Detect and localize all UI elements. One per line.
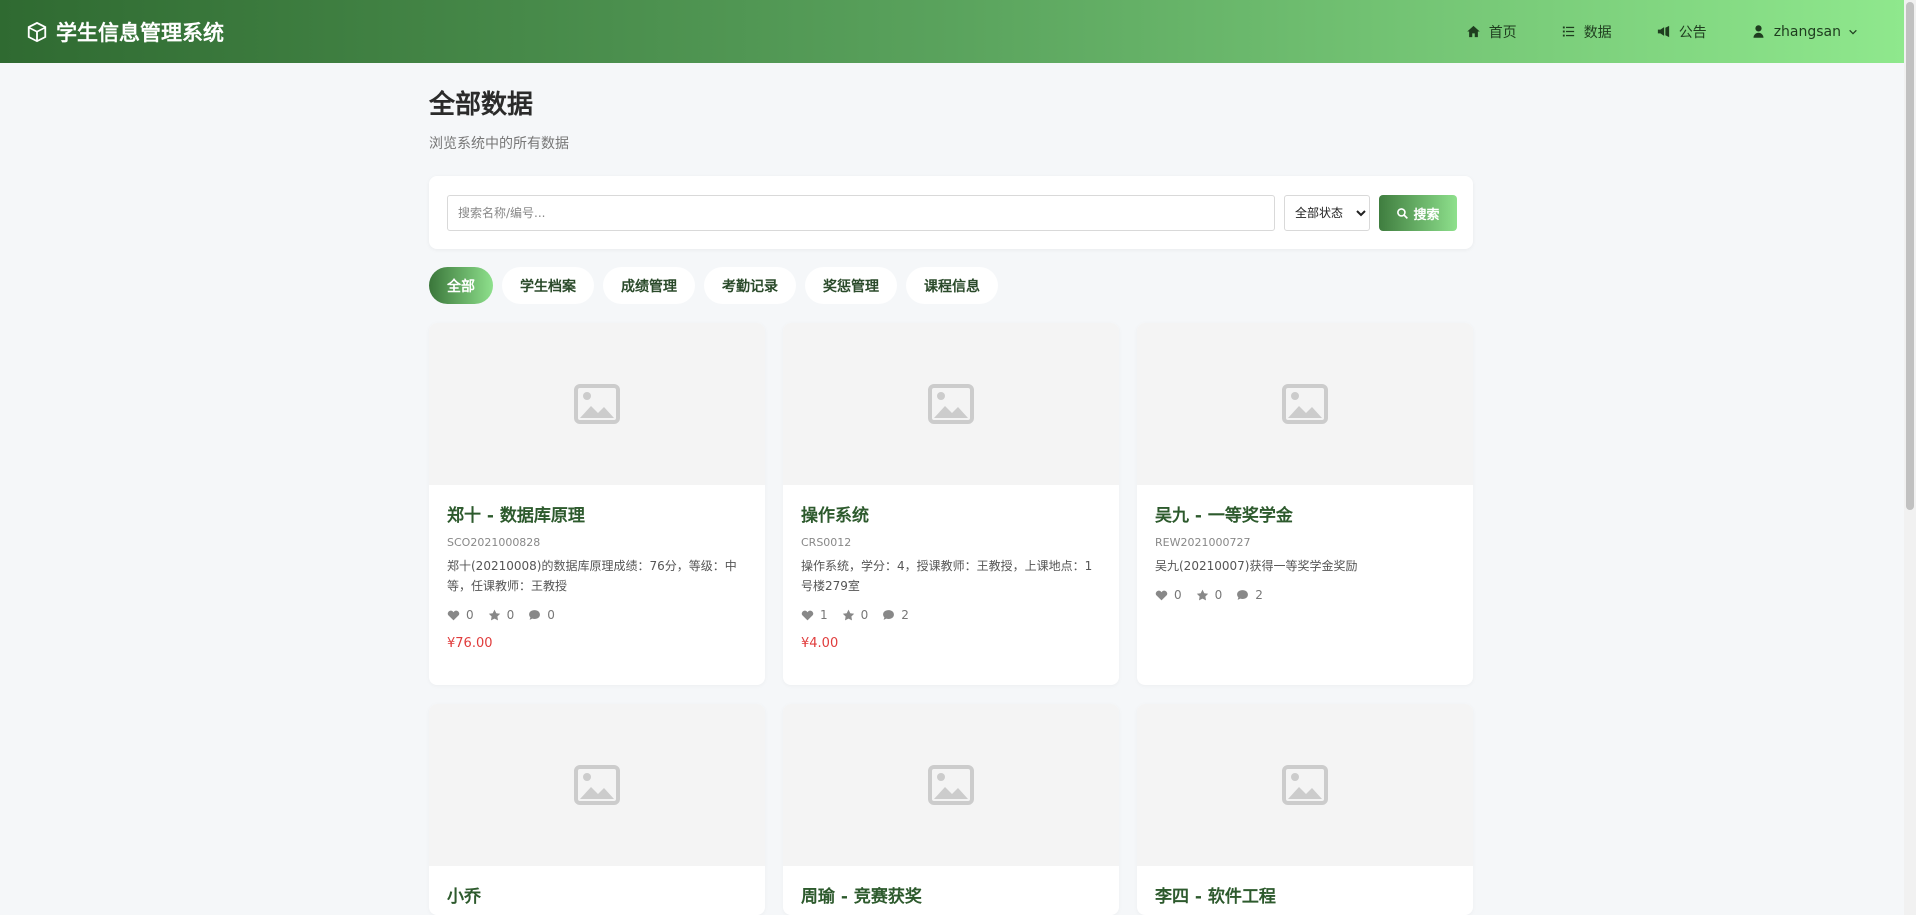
image-placeholder-icon bbox=[574, 384, 620, 424]
top-navbar: 学生信息管理系统 首页 数据 公告 zhangsan bbox=[0, 0, 1904, 63]
like-count: 0 bbox=[1174, 588, 1182, 602]
image-placeholder-icon bbox=[928, 384, 974, 424]
search-input[interactable] bbox=[447, 195, 1275, 231]
comment-count: 0 bbox=[547, 608, 555, 622]
card-code: CRS0012 bbox=[801, 536, 852, 549]
data-card[interactable]: 操作系统 CRS0012 操作系统，学分：4，授课教师：王教授，上课地点：1号楼… bbox=[783, 323, 1119, 685]
favorite-stat[interactable]: 0 bbox=[488, 608, 515, 622]
comment-stat[interactable]: 0 bbox=[528, 608, 555, 622]
search-button[interactable]: 搜索 bbox=[1379, 195, 1457, 231]
card-image-placeholder bbox=[429, 704, 765, 866]
tab-all[interactable]: 全部 bbox=[429, 267, 493, 304]
vertical-scrollbar[interactable] bbox=[1904, 0, 1916, 915]
favorite-count: 0 bbox=[1214, 588, 1223, 602]
favorite-count: 0 bbox=[506, 608, 515, 622]
card-image-placeholder bbox=[429, 323, 765, 485]
status-filter-select[interactable]: 全部状态 bbox=[1284, 195, 1370, 231]
comment-icon bbox=[1237, 590, 1249, 600]
like-stat[interactable]: 1 bbox=[801, 608, 828, 622]
image-placeholder-icon bbox=[928, 765, 974, 805]
user-menu[interactable]: zhangsan bbox=[1751, 24, 1858, 40]
search-icon bbox=[1397, 207, 1409, 219]
brand[interactable]: 学生信息管理系统 bbox=[26, 17, 224, 47]
star-icon bbox=[488, 609, 500, 621]
card-description: 郑十(20210008)的数据库原理成绩：76分，等级：中等，任课教师：王教授 bbox=[447, 559, 737, 593]
favorite-stat[interactable]: 0 bbox=[842, 608, 869, 622]
card-title[interactable]: 周瑜 - 竞赛获奖 bbox=[801, 886, 1101, 908]
heart-icon bbox=[447, 610, 460, 621]
card-description: 操作系统，学分：4，授课教师：王教授，上课地点：1号楼279室 bbox=[801, 559, 1093, 593]
comment-count: 2 bbox=[1255, 588, 1263, 602]
tab-courses[interactable]: 课程信息 bbox=[906, 267, 998, 304]
category-tabs: 全部 学生档案 成绩管理 考勤记录 奖惩管理 课程信息 bbox=[429, 267, 1007, 304]
favorite-count: 0 bbox=[860, 608, 869, 622]
user-icon bbox=[1753, 25, 1764, 38]
tab-student-records[interactable]: 学生档案 bbox=[502, 267, 594, 304]
card-title[interactable]: 操作系统 bbox=[801, 505, 1101, 527]
card-stats: 1 0 2 bbox=[801, 608, 1101, 622]
image-placeholder-icon bbox=[1282, 765, 1328, 805]
card-code: SCO2021000828 bbox=[447, 536, 541, 549]
card-price: ¥4.00 bbox=[801, 636, 839, 651]
tab-grades[interactable]: 成绩管理 bbox=[603, 267, 695, 304]
star-icon bbox=[842, 609, 854, 621]
card-title[interactable]: 郑十 - 数据库原理 bbox=[447, 505, 747, 527]
home-icon bbox=[1466, 25, 1480, 38]
comment-icon bbox=[883, 610, 895, 620]
comment-count: 2 bbox=[901, 608, 909, 622]
tab-attendance[interactable]: 考勤记录 bbox=[704, 267, 796, 304]
card-price: ¥76.00 bbox=[447, 636, 493, 651]
card-title[interactable]: 小乔 bbox=[447, 886, 747, 908]
card-title[interactable]: 吴九 - 一等奖学金 bbox=[1155, 505, 1455, 527]
comment-icon bbox=[529, 610, 541, 620]
card-stats: 0 0 2 bbox=[1155, 588, 1455, 602]
nav-data[interactable]: 数据 bbox=[1561, 22, 1612, 42]
data-card[interactable]: 李四 - 软件工程 bbox=[1137, 704, 1473, 915]
like-stat[interactable]: 0 bbox=[447, 608, 474, 622]
like-count: 1 bbox=[820, 608, 828, 622]
heart-icon bbox=[801, 610, 814, 621]
username: zhangsan bbox=[1773, 23, 1841, 40]
heart-icon bbox=[1155, 590, 1168, 601]
card-image-placeholder bbox=[783, 323, 1119, 485]
search-button-label: 搜索 bbox=[1413, 207, 1440, 223]
card-title[interactable]: 李四 - 软件工程 bbox=[1155, 886, 1455, 908]
like-count: 0 bbox=[466, 608, 474, 622]
nav-home[interactable]: 首页 bbox=[1466, 22, 1517, 42]
nav-announcement[interactable]: 公告 bbox=[1656, 22, 1707, 42]
card-stats: 0 0 0 bbox=[447, 608, 747, 622]
image-placeholder-icon bbox=[574, 765, 620, 805]
tab-rewards-penalties[interactable]: 奖惩管理 bbox=[805, 267, 897, 304]
search-panel: 全部状态 搜索 bbox=[429, 176, 1473, 249]
chevron-down-icon bbox=[1849, 29, 1857, 35]
megaphone-icon bbox=[1657, 25, 1669, 38]
comment-stat[interactable]: 2 bbox=[882, 608, 909, 622]
data-card[interactable]: 周瑜 - 竞赛获奖 bbox=[783, 704, 1119, 915]
card-image-placeholder bbox=[1137, 704, 1473, 866]
card-image-placeholder bbox=[1137, 323, 1473, 485]
data-card[interactable]: 吴九 - 一等奖学金 REW2021000727 吴九(20210007)获得一… bbox=[1137, 323, 1473, 685]
image-placeholder-icon bbox=[1282, 384, 1328, 424]
brand-title: 学生信息管理系统 bbox=[56, 20, 224, 45]
star-icon bbox=[1196, 589, 1208, 601]
list-icon bbox=[1562, 26, 1574, 37]
nav-announcement-label: 公告 bbox=[1678, 24, 1707, 41]
card-description: 吴九(20210007)获得一等奖学金奖励 bbox=[1155, 559, 1358, 573]
data-card[interactable]: 小乔 bbox=[429, 704, 765, 915]
card-code: REW2021000727 bbox=[1155, 536, 1251, 549]
nav-data-label: 数据 bbox=[1583, 24, 1612, 41]
page-title: 全部数据 bbox=[429, 90, 534, 120]
cube-icon bbox=[27, 21, 47, 42]
like-stat[interactable]: 0 bbox=[1155, 588, 1182, 602]
page-subtitle: 浏览系统中的所有数据 bbox=[429, 136, 569, 152]
nav-home-label: 首页 bbox=[1488, 24, 1517, 41]
favorite-stat[interactable]: 0 bbox=[1196, 588, 1223, 602]
scrollbar-thumb[interactable] bbox=[1906, 2, 1914, 510]
data-card[interactable]: 郑十 - 数据库原理 SCO2021000828 郑十(20210008)的数据… bbox=[429, 323, 765, 685]
comment-stat[interactable]: 2 bbox=[1236, 588, 1263, 602]
card-image-placeholder bbox=[783, 704, 1119, 866]
